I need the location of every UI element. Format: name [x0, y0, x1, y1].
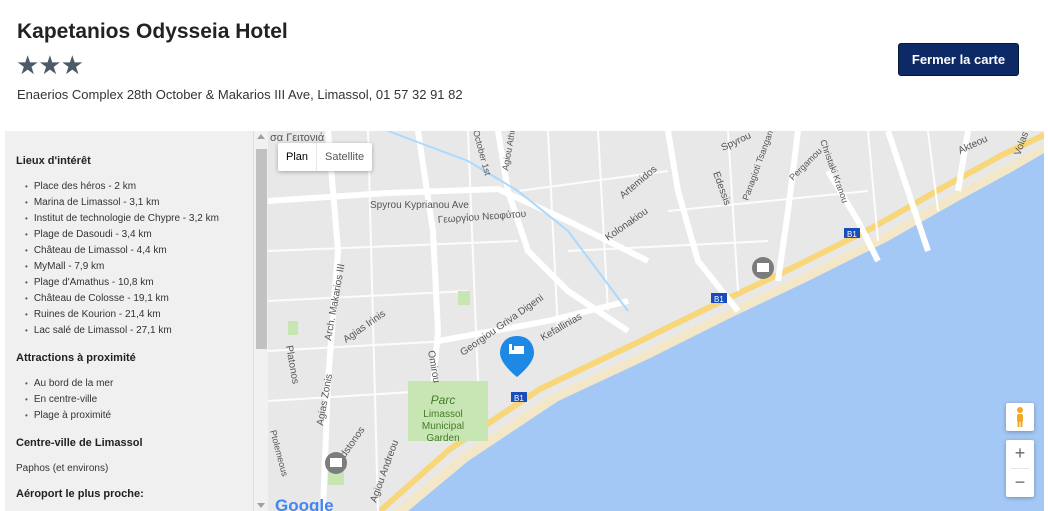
scroll-down-arrow-icon[interactable]: [257, 503, 265, 508]
google-logo: Google: [275, 496, 334, 511]
park-label-2: Limassol: [423, 409, 462, 420]
park-label-3: Municipal: [422, 421, 464, 432]
zoom-in-button[interactable]: +: [1006, 440, 1034, 468]
scroll-up-arrow-icon[interactable]: [257, 134, 265, 139]
list-item: Plage de Dasoudi - 3,4 km: [25, 227, 219, 243]
poi-title: Lieux d'intérêt: [16, 155, 91, 167]
zoom-control: + −: [1006, 440, 1034, 497]
map-type-control: Plan Satellite: [278, 143, 373, 171]
list-item: Château de Colosse - 19,1 km: [25, 291, 219, 307]
map-type-satellite[interactable]: Satellite: [317, 143, 372, 171]
svg-text:B1: B1: [714, 295, 724, 304]
hotel-name: Kapetanios Odysseia Hotel: [17, 20, 288, 43]
zoom-out-button[interactable]: −: [1006, 469, 1034, 497]
poi-list: Place des héros - 2 km Marina de Limasso…: [25, 179, 219, 339]
street-view-pegman-icon[interactable]: [1006, 403, 1034, 431]
map-type-plan[interactable]: Plan: [278, 143, 318, 171]
list-item: Institut de technologie de Chypre - 3,2 …: [25, 211, 219, 227]
road-label-kyprianou: Spyrou Kyprianou Ave: [370, 200, 469, 211]
hotel-header: Kapetanios Odysseia Hotel ★★★ Enaerios C…: [5, 3, 1045, 131]
map-canvas[interactable]: Spyrou Kyprianou Ave Γεωργίου Νεοφύτου G…: [268, 131, 1044, 511]
scroll-thumb[interactable]: [256, 149, 267, 349]
airport-title: Aéroport le plus proche:: [16, 488, 144, 500]
attractions-title: Attractions à proximité: [16, 352, 136, 364]
list-item: Château de Limassol - 4,4 km: [25, 243, 219, 259]
hotel-address: Enaerios Complex 28th October & Makarios…: [17, 87, 463, 102]
list-item: Place des héros - 2 km: [25, 179, 219, 195]
map-graphic: Spyrou Kyprianou Ave Γεωργίου Νεοφύτου G…: [268, 131, 1044, 511]
list-item: Au bord de la mer: [25, 376, 114, 392]
list-item: MyMall - 7,9 km: [25, 259, 219, 275]
list-item: Lac salé de Limassol - 27,1 km: [25, 323, 219, 339]
centre-title: Centre-ville de Limassol: [16, 437, 143, 449]
close-map-button[interactable]: Fermer la carte: [898, 43, 1019, 76]
attractions-list: Au bord de la mer En centre-ville Plage …: [25, 376, 114, 424]
centre-text: Paphos (et environs): [16, 463, 109, 474]
sidebar: Lieux d'intérêt Place des héros - 2 km M…: [5, 131, 253, 511]
list-item: Marina de Limassol - 3,1 km: [25, 195, 219, 211]
park-label-1: Parc: [431, 393, 456, 407]
park-label-4: Garden: [426, 433, 459, 444]
sidebar-scrollbar[interactable]: [253, 131, 268, 511]
list-item: Plage d'Amathus - 10,8 km: [25, 275, 219, 291]
list-item: Ruines de Kourion - 21,4 km: [25, 307, 219, 323]
list-item: En centre-ville: [25, 392, 113, 408]
svg-text:B1: B1: [514, 394, 524, 403]
svg-text:B1: B1: [847, 230, 857, 239]
list-item: Plage à proximité: [25, 408, 113, 424]
star-rating: ★★★: [16, 50, 84, 80]
